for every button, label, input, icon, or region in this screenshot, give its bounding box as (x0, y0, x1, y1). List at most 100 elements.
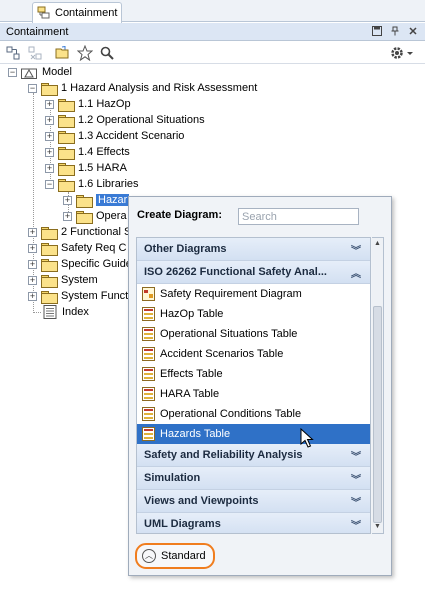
save-layout-icon[interactable] (371, 25, 383, 38)
chevron-down-icon: ︾ (351, 521, 361, 532)
folder-icon (41, 258, 58, 272)
search-input[interactable] (238, 208, 359, 225)
group-label: Simulation (144, 472, 201, 484)
close-icon[interactable] (407, 26, 419, 38)
group-views-viewpoints[interactable]: Views and Viewpoints ︾ (137, 490, 370, 513)
folder-icon (58, 162, 75, 176)
scrollbar-thumb[interactable] (373, 306, 382, 523)
settings-gear-icon[interactable] (389, 44, 415, 62)
folder-icon (41, 242, 58, 256)
group-safety-reliability[interactable]: Safety and Reliability Analysis ︾ (137, 444, 370, 467)
list-item-selected[interactable]: Hazards Table (137, 424, 370, 444)
list-item[interactable]: HazOp Table (137, 304, 370, 324)
table-icon (142, 347, 155, 361)
tree-label: Index (62, 306, 89, 318)
toolbar (0, 42, 425, 64)
collapse-all-icon[interactable] (4, 44, 22, 62)
tree-node-index[interactable]: Index (43, 304, 89, 320)
folder-icon (41, 226, 58, 240)
tree-node-package[interactable]: + 1.4 Effects (45, 144, 130, 160)
tree-label: 1.6 Libraries (78, 178, 139, 190)
tree-label: 1.5 HARA (78, 162, 127, 174)
item-label: HARA Table (160, 388, 220, 400)
chevron-down-icon: ︾ (351, 475, 361, 486)
tree-node-model[interactable]: − Model (8, 64, 72, 80)
tree-label: Specific Guide (61, 258, 132, 270)
tree-node-package[interactable]: − 1.6 Libraries (45, 176, 139, 192)
collapse-icon[interactable]: − (8, 67, 17, 77)
folder-icon (58, 130, 75, 144)
tree-label-selected: Hazar (96, 194, 130, 206)
panel-title: Containment (6, 25, 69, 38)
collapse-icon[interactable]: − (28, 83, 37, 93)
expand-icon[interactable]: + (63, 195, 72, 205)
search-icon[interactable] (98, 44, 116, 62)
tree-node-package[interactable]: + System (28, 272, 98, 288)
tree-node-package[interactable]: + 1.5 HARA (45, 160, 127, 176)
folder-icon (76, 194, 93, 208)
chevron-up-icon: ︽ (351, 269, 361, 280)
expand-icon[interactable]: + (63, 211, 72, 221)
scroll-up-arrow-icon[interactable]: ▲ (372, 238, 383, 250)
item-label: Accident Scenarios Table (160, 348, 284, 360)
expand-icon[interactable]: + (45, 99, 54, 109)
group-uml-diagrams[interactable]: UML Diagrams ︾ (137, 513, 370, 533)
group-iso-26262[interactable]: ISO 26262 Functional Safety Anal... ︽ (137, 261, 370, 284)
scrollbar[interactable]: ▲ ▼ (372, 237, 384, 534)
tree-node-package[interactable]: + Hazar (63, 192, 130, 208)
list-item[interactable]: HARA Table (137, 384, 370, 404)
expand-icon[interactable] (26, 44, 44, 62)
tree-node-package[interactable]: + Opera (63, 208, 127, 224)
star-icon[interactable] (76, 44, 94, 62)
list-item[interactable]: Accident Scenarios Table (137, 344, 370, 364)
expand-icon[interactable]: + (28, 227, 37, 237)
expand-icon[interactable]: + (28, 259, 37, 269)
tree-node-package[interactable]: + 1.1 HazOp (45, 96, 131, 112)
list-item[interactable]: Operational Conditions Table (137, 404, 370, 424)
table-icon (142, 407, 155, 421)
tree-label: 1.3 Accident Scenario (78, 130, 185, 142)
pin-icon[interactable] (389, 26, 401, 38)
expand-icon[interactable]: + (28, 291, 37, 301)
tree-node-package[interactable]: + Safety Req C (28, 240, 126, 256)
tree-label: 1 Hazard Analysis and Risk Assessment (61, 82, 258, 94)
table-icon (142, 307, 155, 321)
model-icon (21, 68, 37, 79)
expand-icon[interactable]: + (28, 275, 37, 285)
tab-containment[interactable]: Containment (32, 2, 122, 23)
standard-label: Standard (161, 550, 206, 562)
folder-icon (58, 98, 75, 112)
collapse-icon[interactable]: − (45, 179, 54, 189)
group-other-diagrams[interactable]: Other Diagrams ︾ (137, 238, 370, 261)
tab-strip: Containment (0, 0, 425, 23)
list-item[interactable]: Safety Requirement Diagram (137, 284, 370, 304)
tree-node-package[interactable]: + System Funct (28, 288, 128, 304)
tree-label: Model (42, 66, 72, 78)
scroll-down-arrow-icon[interactable]: ▼ (372, 521, 383, 533)
item-label: Hazards Table (160, 428, 231, 440)
item-label: Safety Requirement Diagram (160, 288, 302, 300)
folder-icon (41, 82, 58, 96)
group-simulation[interactable]: Simulation ︾ (137, 467, 370, 490)
tree-node-package[interactable]: + 1.3 Accident Scenario (45, 128, 184, 144)
folder-icon (58, 146, 75, 160)
expand-icon[interactable]: + (45, 163, 54, 173)
item-label: HazOp Table (160, 308, 224, 320)
tree-node-package[interactable]: + 2 Functional S (28, 224, 131, 240)
tree-node-package[interactable]: + Specific Guide (28, 256, 132, 272)
expand-icon[interactable]: + (45, 131, 54, 141)
standard-button[interactable]: ︿ Standard (135, 543, 215, 569)
list-item[interactable]: Effects Table (137, 364, 370, 384)
list-item[interactable]: Operational Situations Table (137, 324, 370, 344)
expand-icon[interactable]: + (45, 147, 54, 157)
folder-icon (41, 274, 58, 288)
tree-node-package[interactable]: − 1 Hazard Analysis and Risk Assessment (28, 80, 257, 96)
mouse-cursor-icon (300, 428, 314, 448)
open-folder-icon[interactable] (54, 44, 72, 62)
tree-label: System (61, 274, 98, 286)
expand-icon[interactable]: + (28, 243, 37, 253)
tree-label: 1.4 Effects (78, 146, 130, 158)
tree-node-package[interactable]: + 1.2 Operational Situations (45, 112, 205, 128)
circle-chevron-up-icon: ︿ (142, 549, 156, 563)
expand-icon[interactable]: + (45, 115, 54, 125)
